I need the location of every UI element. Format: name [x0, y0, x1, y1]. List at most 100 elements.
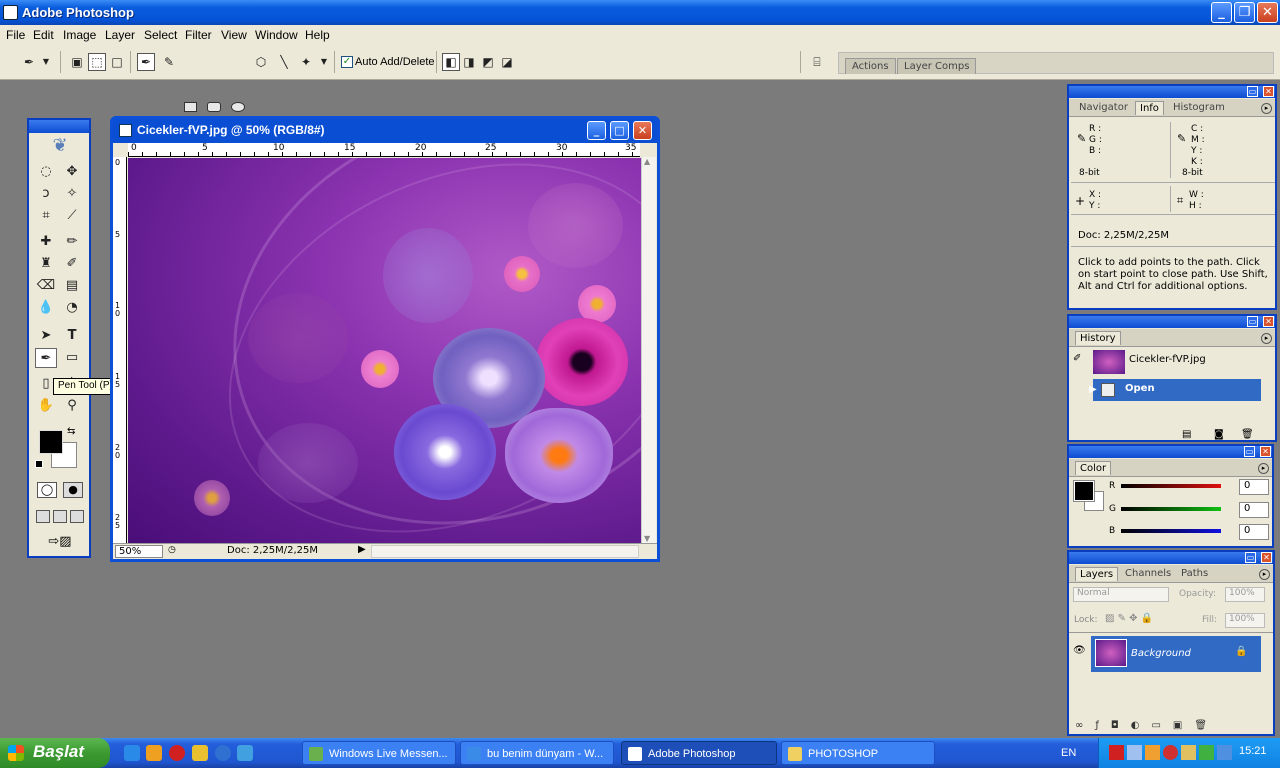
red-slider[interactable] [1121, 484, 1221, 488]
ie-quicklaunch-icon[interactable] [124, 745, 140, 761]
pen-tool-option-icon[interactable]: ✒ [137, 53, 155, 71]
exclude-path-icon[interactable]: ◪ [498, 53, 516, 71]
standard-mode-icon[interactable]: ◯ [37, 482, 57, 498]
doc-maximize-button[interactable]: □ [610, 121, 629, 140]
red-value-input[interactable]: 0 [1239, 479, 1269, 495]
blue-slider[interactable] [1121, 529, 1221, 533]
tab-color[interactable]: Color [1075, 461, 1112, 475]
menu-file[interactable]: File [6, 28, 25, 42]
jump-to-imageready-icon[interactable]: ⇨▨ [37, 534, 83, 550]
tool-preset-pen-icon[interactable]: ✒ [20, 53, 38, 71]
minimize-button[interactable]: _ [1211, 2, 1232, 23]
menu-filter[interactable]: Filter [185, 28, 212, 42]
dodge-tool-icon[interactable]: ◔ [61, 298, 83, 318]
history-step-open[interactable] [1093, 379, 1261, 401]
line-shape-icon[interactable]: ╲ [275, 53, 293, 71]
quicklaunch-icon[interactable] [237, 745, 253, 761]
lock-icons[interactable]: ▨ ✎ ✥ 🔒 [1105, 613, 1153, 624]
clock[interactable]: 15:21 [1239, 745, 1267, 757]
shape-layers-icon[interactable]: ▣ [68, 53, 86, 71]
panel-close-button[interactable]: ✕ [1260, 446, 1271, 457]
opera-quicklaunch-icon[interactable] [169, 745, 185, 761]
panel-header[interactable] [1069, 86, 1275, 98]
fill-pixels-icon[interactable]: □ [108, 53, 126, 71]
doc-minimize-button[interactable]: _ [587, 121, 606, 140]
taskbar-item-messenger[interactable]: Windows Live Messen... [302, 741, 456, 765]
slice-tool-icon[interactable]: ⟋ [61, 206, 83, 226]
start-button[interactable]: Başlat [0, 738, 110, 768]
close-button[interactable]: ✕ [1257, 2, 1278, 23]
tray-icon[interactable] [1109, 745, 1124, 760]
swap-colors-icon[interactable]: ⇆ [67, 426, 75, 437]
panel-menu-icon[interactable]: ▸ [1261, 333, 1272, 344]
menu-layer[interactable]: Layer [105, 28, 135, 42]
pen-tool-icon[interactable]: ✒ [35, 348, 57, 368]
hand-tool-icon[interactable]: ✋ [35, 396, 57, 416]
panel-close-button[interactable]: ✕ [1263, 316, 1274, 327]
menu-select[interactable]: Select [144, 28, 177, 42]
menu-view[interactable]: View [221, 28, 247, 42]
volume-icon[interactable] [1145, 745, 1160, 760]
panel-header[interactable] [1069, 316, 1275, 328]
fill-input[interactable]: 100% [1225, 613, 1265, 628]
panel-close-button[interactable]: ✕ [1261, 552, 1272, 563]
panel-minimize-button[interactable]: ▭ [1247, 316, 1258, 327]
lasso-tool-icon[interactable]: ↄ [35, 184, 57, 204]
panel-header[interactable] [1069, 446, 1272, 458]
auto-add-delete-checkbox[interactable]: ✓ [341, 56, 353, 68]
marquee-tool-icon[interactable]: ◌ [35, 162, 57, 182]
subtract-path-icon[interactable]: ◨ [460, 53, 478, 71]
delete-state-icon[interactable]: 🗑 [1241, 429, 1254, 440]
status-options-icon[interactable]: ◷ [168, 545, 180, 557]
eraser-tool-icon[interactable]: ⌫ [35, 276, 57, 296]
panel-minimize-button[interactable]: ▭ [1244, 446, 1255, 457]
panel-minimize-button[interactable]: ▭ [1247, 86, 1258, 97]
rounded-rectangle-icon[interactable] [207, 102, 221, 112]
chevron-down-icon[interactable]: ▼ [40, 53, 52, 71]
blur-tool-icon[interactable]: 💧 [35, 298, 57, 318]
zoom-tool-icon[interactable]: ⚲ [61, 396, 83, 416]
foreground-color-swatch-top[interactable] [39, 430, 63, 454]
flower-image-canvas[interactable] [128, 158, 641, 543]
taskbar-item-browser[interactable]: bu benim dünyam - W... [460, 741, 614, 765]
screen-mode-full-menu-icon[interactable] [53, 510, 67, 523]
tray-icon[interactable] [1217, 745, 1232, 760]
tab-history[interactable]: History [1075, 331, 1121, 345]
scroll-up-icon[interactable]: ▲ [644, 157, 650, 166]
taskbar-item-folder[interactable]: PHOTOSHOP [781, 741, 935, 765]
vertical-scrollbar[interactable]: ▲ ▼ [641, 157, 656, 543]
panel-menu-icon[interactable]: ▸ [1261, 103, 1272, 114]
history-brush-source-icon[interactable]: ✐ [1073, 353, 1081, 364]
panel-menu-icon[interactable]: ▸ [1258, 463, 1269, 474]
toolbox-header[interactable] [29, 120, 89, 133]
magic-wand-icon[interactable]: ✧ [61, 184, 83, 204]
file-browser-icon[interactable]: ⌸ [808, 53, 826, 71]
tab-paths[interactable]: Paths [1181, 568, 1208, 579]
menu-edit[interactable]: Edit [33, 28, 54, 42]
green-slider[interactable] [1121, 507, 1221, 511]
intersect-path-icon[interactable]: ◩ [479, 53, 497, 71]
quicklaunch-icon[interactable] [146, 745, 162, 761]
tab-layers[interactable]: Layers [1075, 567, 1119, 581]
tab-layer-comps[interactable]: Layer Comps [897, 58, 977, 74]
menu-image[interactable]: Image [63, 28, 96, 42]
gradient-tool-icon[interactable]: ▤ [61, 276, 83, 296]
foreground-color-swatch[interactable] [1073, 480, 1095, 502]
freeform-pen-icon[interactable]: ✎ [160, 53, 178, 71]
clone-stamp-icon[interactable]: ♜ [35, 254, 57, 274]
zoom-level-field[interactable]: 50% [115, 545, 163, 558]
tab-histogram[interactable]: Histogram [1173, 102, 1225, 113]
doc-close-button[interactable]: ✕ [633, 121, 652, 140]
restore-button[interactable]: ❐ [1234, 2, 1255, 23]
layer-bottom-buttons[interactable]: ∞ƒ◘◐▭▣🗑 [1075, 720, 1219, 731]
language-indicator[interactable]: EN [1061, 747, 1076, 759]
paths-mode-icon[interactable]: ⬚ [88, 53, 106, 71]
scroll-down-icon[interactable]: ▼ [644, 534, 650, 543]
screen-mode-standard-icon[interactable] [36, 510, 50, 523]
tab-navigator[interactable]: Navigator [1079, 102, 1128, 113]
default-colors-icon[interactable] [35, 460, 43, 468]
tray-icon[interactable] [1127, 745, 1142, 760]
chevron-down-icon[interactable]: ▼ [318, 53, 330, 71]
ellipse-shape-icon[interactable] [231, 102, 245, 112]
feather-logo-icon[interactable]: ❦ [35, 135, 85, 157]
